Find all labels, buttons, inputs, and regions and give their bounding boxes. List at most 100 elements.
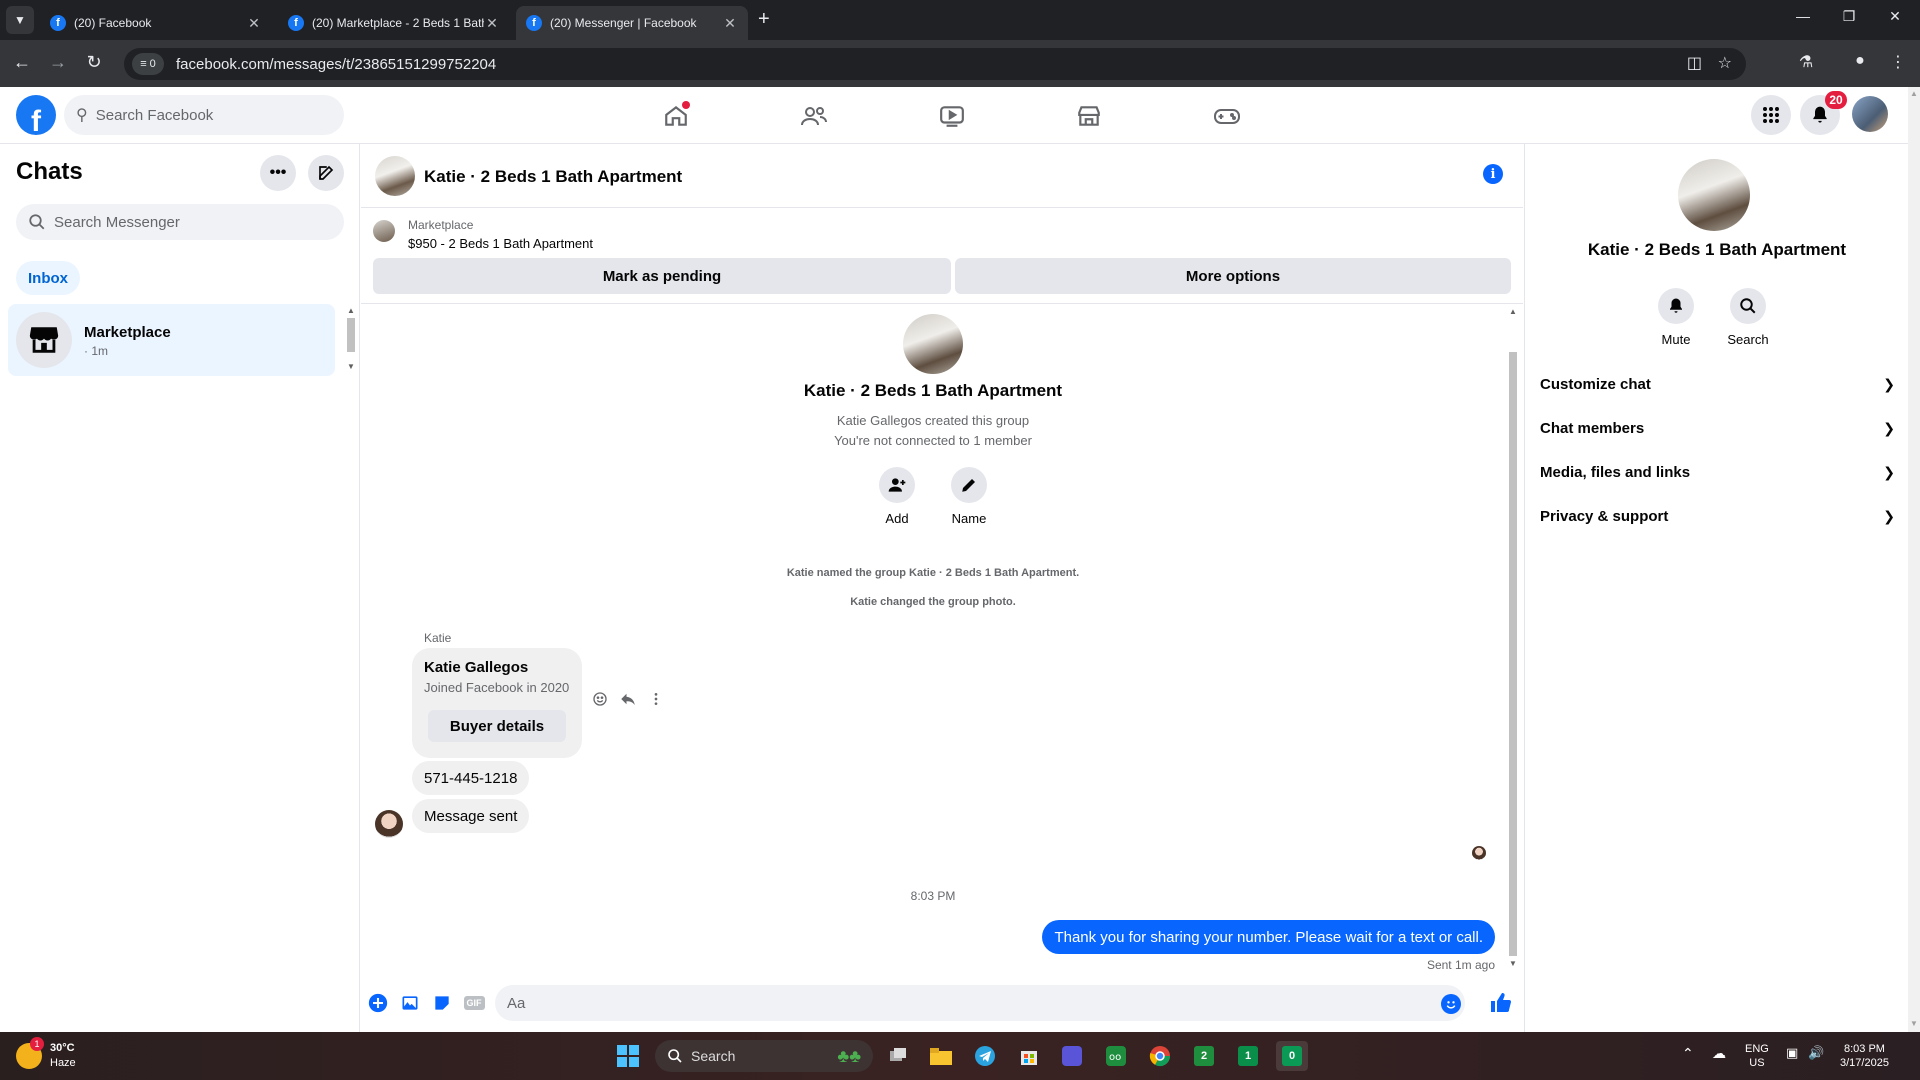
minimize-icon[interactable]: —	[1780, 8, 1826, 24]
app-badge-0-icon[interactable]: 0	[1276, 1041, 1308, 1071]
language-indicator[interactable]: ENG US	[1745, 1042, 1769, 1070]
tab-facebook[interactable]: f (20) Facebook ✕	[40, 6, 272, 40]
facebook-logo-icon[interactable]: f	[16, 95, 56, 135]
buyer-details-button[interactable]: Buyer details	[428, 710, 566, 742]
sender-avatar[interactable]	[375, 810, 403, 838]
emoji-picker-icon[interactable]	[1441, 994, 1461, 1014]
chrome-menu-icon[interactable]: ⋮	[1886, 52, 1910, 72]
sticker-icon[interactable]	[432, 993, 452, 1013]
volume-icon[interactable]: 🔊	[1808, 1046, 1824, 1060]
attach-photo-icon[interactable]	[400, 993, 420, 1013]
app-badge-2-icon[interactable]: 2	[1188, 1041, 1220, 1071]
address-bar[interactable]: ≡ 0 facebook.com/messages/t/238651512997…	[124, 48, 1746, 80]
app-badge-1-icon[interactable]: 1	[1232, 1041, 1264, 1071]
labs-flask-icon[interactable]: ⚗	[1794, 52, 1818, 72]
tab-marketplace[interactable]: f (20) Marketplace - 2 Beds 1 Bath ✕	[278, 6, 510, 40]
outgoing-message[interactable]: Thank you for sharing your number. Pleas…	[1042, 920, 1495, 954]
taskbar-search-box[interactable]: Search ♣♣	[655, 1040, 873, 1072]
install-app-icon[interactable]: ◫	[1687, 53, 1702, 73]
chat-options-button[interactable]: •••	[260, 155, 296, 191]
privacy-support-section[interactable]: Privacy & support ❯	[1540, 496, 1895, 536]
tab-messenger[interactable]: f (20) Messenger | Facebook ✕	[516, 6, 748, 40]
scroll-down-icon[interactable]: ▼	[1507, 959, 1519, 968]
close-tab-icon[interactable]: ✕	[722, 15, 738, 32]
account-avatar[interactable]	[1852, 96, 1888, 132]
chat-members-section[interactable]: Chat members ❯	[1540, 408, 1895, 448]
mute-button[interactable]: Mute	[1646, 288, 1706, 347]
restore-icon[interactable]: ❐	[1826, 8, 1872, 25]
close-window-icon[interactable]: ✕	[1872, 8, 1918, 25]
site-info-button[interactable]: ≡ 0	[132, 53, 164, 75]
search-in-conversation-button[interactable]: Search	[1718, 288, 1778, 347]
start-windows-icon[interactable]	[612, 1041, 644, 1071]
conversation-title[interactable]: Katie · 2 Beds 1 Bath Apartment	[424, 167, 682, 187]
reload-icon[interactable]: ↻	[82, 52, 106, 73]
chat-list-scrollbar[interactable]: ▲ ▼	[345, 304, 357, 376]
sent-status: Sent 1m ago	[1426, 958, 1495, 972]
scroll-up-icon[interactable]: ▲	[1908, 89, 1920, 98]
gif-icon[interactable]: GIF	[463, 993, 485, 1013]
file-explorer-icon[interactable]	[925, 1041, 957, 1071]
more-vertical-icon[interactable]	[646, 689, 666, 709]
task-view-icon[interactable]	[882, 1041, 914, 1071]
customize-chat-section[interactable]: Customize chat ❯	[1540, 364, 1895, 404]
close-tab-icon[interactable]: ✕	[246, 15, 262, 32]
reply-icon[interactable]	[618, 689, 638, 709]
scroll-thumb[interactable]	[1509, 352, 1517, 956]
forward-icon[interactable]: →	[46, 52, 70, 73]
tab-search-dropdown-icon[interactable]: ▼	[6, 6, 34, 34]
chrome-icon[interactable]	[1144, 1041, 1176, 1071]
back-icon[interactable]: ←	[10, 52, 34, 73]
scroll-down-icon[interactable]: ▼	[345, 362, 357, 371]
microsoft-store-icon[interactable]	[1013, 1041, 1045, 1071]
like-thumb-icon[interactable]	[1489, 991, 1513, 1015]
chevron-down-icon: ❯	[1883, 375, 1895, 392]
marketplace-nav-icon[interactable]	[1069, 99, 1109, 133]
gaming-nav-icon[interactable]	[1207, 99, 1247, 133]
video-nav-icon[interactable]	[932, 99, 972, 133]
details-group-photo[interactable]	[1678, 159, 1750, 231]
app-infinity-icon[interactable]: oo	[1100, 1041, 1132, 1071]
profile-icon[interactable]: ●	[1848, 52, 1872, 70]
new-tab-button[interactable]: +	[758, 8, 770, 31]
page-scrollbar[interactable]: ▲ ▼	[1908, 87, 1920, 1032]
message-input[interactable]: Aa	[495, 985, 1465, 1021]
thread-scrollbar[interactable]: ▲ ▼	[1505, 305, 1521, 972]
listing-thumbnail[interactable]	[373, 220, 395, 242]
add-member-button[interactable]: Add	[867, 467, 927, 526]
inbox-filter-tab[interactable]: Inbox	[16, 261, 80, 295]
group-avatar[interactable]	[375, 156, 415, 196]
incoming-message[interactable]: 571-445-1218	[412, 761, 530, 795]
new-message-button[interactable]	[308, 155, 344, 191]
scroll-up-icon[interactable]: ▲	[345, 306, 357, 315]
more-options-button[interactable]: More options	[955, 258, 1511, 294]
listing-title[interactable]: $950 - 2 Beds 1 Bath Apartment	[408, 236, 593, 251]
group-photo[interactable]	[903, 314, 963, 374]
chat-list-item[interactable]: Marketplace · 1m	[8, 304, 335, 376]
show-hidden-icons-chevron[interactable]: ⌃	[1682, 1046, 1694, 1060]
weather-widget[interactable]: 1 30°C Haze	[16, 1037, 76, 1071]
incoming-message[interactable]: Message sent	[412, 799, 530, 833]
onedrive-cloud-icon[interactable]: ☁	[1712, 1046, 1726, 1060]
media-files-links-section[interactable]: Media, files and links ❯	[1540, 452, 1895, 492]
friends-nav-icon[interactable]	[794, 99, 834, 133]
more-actions-plus-icon[interactable]	[368, 993, 388, 1013]
conversation-info-icon[interactable]: i	[1483, 164, 1503, 184]
facebook-search-input[interactable]: ⚲ Search Facebook	[64, 95, 344, 135]
clock[interactable]: 8:03 PM 3/17/2025	[1840, 1042, 1889, 1070]
react-emoji-icon[interactable]	[590, 689, 610, 709]
menu-grid-icon[interactable]	[1751, 95, 1791, 135]
close-tab-icon[interactable]: ✕	[484, 15, 500, 32]
mark-as-pending-button[interactable]: Mark as pending	[373, 258, 951, 294]
scroll-up-icon[interactable]: ▲	[1507, 307, 1519, 316]
rename-group-button[interactable]: Name	[939, 467, 999, 526]
scroll-down-icon[interactable]: ▼	[1908, 1019, 1920, 1028]
scroll-thumb[interactable]	[347, 318, 355, 352]
search-label: Search	[1727, 332, 1769, 347]
app-tile-icon[interactable]	[1056, 1041, 1088, 1071]
messenger-search-input[interactable]: Search Messenger	[16, 204, 344, 240]
telegram-icon[interactable]	[969, 1041, 1001, 1071]
home-nav-icon[interactable]	[656, 99, 696, 133]
bookmark-star-icon[interactable]: ☆	[1718, 53, 1732, 73]
network-icon[interactable]: ▣	[1786, 1046, 1798, 1060]
